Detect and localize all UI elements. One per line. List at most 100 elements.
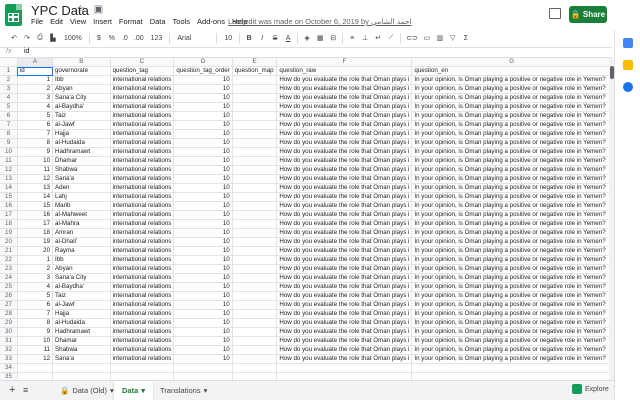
paint-format-icon[interactable]: ▙ <box>49 34 57 42</box>
cell[interactable]: international relations <box>110 318 175 329</box>
cell[interactable]: How do you evaluate the role that Oman p… <box>276 102 413 113</box>
cell[interactable]: In your opinion, is Oman playing a posit… <box>411 210 612 221</box>
cell[interactable]: Aden <box>52 183 111 194</box>
cell[interactable]: 10 <box>173 129 233 140</box>
cell[interactable] <box>232 111 278 122</box>
cell[interactable] <box>17 372 54 380</box>
cell[interactable]: In your opinion, is Oman playing a posit… <box>411 237 612 248</box>
column-header-e[interactable]: E <box>232 58 278 68</box>
cell[interactable]: How do you evaluate the role that Oman p… <box>276 345 413 356</box>
menu-tools[interactable]: Tools <box>173 17 191 26</box>
cell[interactable]: international relations <box>110 183 175 194</box>
cell[interactable]: How do you evaluate the role that Oman p… <box>276 192 413 203</box>
cell[interactable]: 6 <box>17 300 54 311</box>
cell[interactable]: 10 <box>173 246 233 257</box>
cell[interactable] <box>232 345 278 356</box>
cell[interactable]: international relations <box>110 300 175 311</box>
number-format-select[interactable]: 123 <box>149 35 165 42</box>
cell[interactable]: question_raw <box>276 66 413 77</box>
cell[interactable]: international relations <box>110 228 175 239</box>
row-header[interactable]: 16 <box>0 201 18 212</box>
explore-button[interactable]: Explore <box>572 384 609 394</box>
cell[interactable]: international relations <box>110 102 175 113</box>
cell[interactable]: In your opinion, is Oman playing a posit… <box>411 318 612 329</box>
cell[interactable]: international relations <box>110 120 175 131</box>
column-header-c[interactable]: C <box>110 58 175 68</box>
tab-data[interactable]: Data ▾ <box>114 381 154 400</box>
cell[interactable]: 10 <box>173 84 233 95</box>
decrease-decimal-button[interactable]: .0 <box>121 35 129 42</box>
cell[interactable]: 10 <box>173 345 233 356</box>
cell[interactable]: Amran <box>52 228 111 239</box>
cell[interactable]: al-Hudaida <box>52 318 111 329</box>
redo-icon[interactable]: ↷ <box>23 34 31 42</box>
cell[interactable]: 5 <box>17 291 54 302</box>
row-header[interactable]: 33 <box>0 354 18 365</box>
cell[interactable]: 2 <box>17 264 54 275</box>
cell[interactable]: question_tag <box>110 66 175 77</box>
currency-button[interactable]: $ <box>95 35 103 42</box>
cell[interactable]: 20 <box>17 246 54 257</box>
row-header[interactable]: 12 <box>0 165 18 176</box>
cell[interactable] <box>232 165 278 176</box>
row-header[interactable]: 30 <box>0 327 18 338</box>
cell[interactable]: question_tag_order <box>173 66 233 77</box>
cell[interactable]: In your opinion, is Oman playing a posit… <box>411 255 612 266</box>
cell[interactable]: Taiz <box>52 111 111 122</box>
row-header[interactable]: 4 <box>0 93 18 104</box>
cell[interactable]: How do you evaluate the role that Oman p… <box>276 219 413 230</box>
column-header-d[interactable]: D <box>173 58 233 68</box>
cell[interactable]: In your opinion, is Oman playing a posit… <box>411 75 612 86</box>
cell[interactable]: al-Mahweet <box>52 210 111 221</box>
cell[interactable]: In your opinion, is Oman playing a posit… <box>411 327 612 338</box>
cell[interactable]: al-Baydha' <box>52 282 111 293</box>
cell[interactable]: 10 <box>173 228 233 239</box>
cell[interactable]: Hajja <box>52 129 111 140</box>
cell[interactable]: 7 <box>17 309 54 320</box>
cell[interactable]: Hadhramawt <box>52 327 111 338</box>
fill-color-icon[interactable]: ◈ <box>303 34 311 42</box>
cell[interactable]: Rayma <box>52 246 111 257</box>
cell[interactable]: 11 <box>17 165 54 176</box>
formula-input[interactable]: id <box>24 48 29 55</box>
cell[interactable]: 7 <box>17 129 54 140</box>
cell[interactable]: al-Hudaida <box>52 138 111 149</box>
cell[interactable]: international relations <box>110 273 175 284</box>
row-header[interactable]: 6 <box>0 111 18 122</box>
merge-cells-icon[interactable]: ⊟ <box>329 34 337 42</box>
row-header[interactable]: 1 <box>0 66 18 77</box>
cell[interactable]: al-Jawf <box>52 300 111 311</box>
cell[interactable]: al-Baydha' <box>52 102 111 113</box>
cell[interactable]: 8 <box>17 318 54 329</box>
cell[interactable]: Hadhramawt <box>52 147 111 158</box>
cell[interactable]: 10 <box>173 318 233 329</box>
cell[interactable]: Dhamar <box>52 156 111 167</box>
cell[interactable]: 18 <box>17 228 54 239</box>
row-header[interactable]: 18 <box>0 219 18 230</box>
row-header[interactable]: 17 <box>0 210 18 221</box>
row-header[interactable]: 29 <box>0 318 18 329</box>
cell[interactable]: 10 <box>173 291 233 302</box>
cell[interactable]: 10 <box>173 111 233 122</box>
cell[interactable]: How do you evaluate the role that Oman p… <box>276 165 413 176</box>
cell[interactable]: 4 <box>17 102 54 113</box>
cell[interactable]: governorate <box>52 66 111 77</box>
cell[interactable] <box>232 120 278 131</box>
row-header[interactable]: 31 <box>0 336 18 347</box>
cell[interactable] <box>232 156 278 167</box>
share-button[interactable]: 🔒 Share <box>569 6 607 23</box>
filter-icon[interactable]: ▽ <box>449 34 457 42</box>
cell[interactable]: Lahj <box>52 192 111 203</box>
italic-button[interactable]: I <box>258 35 266 42</box>
cell[interactable]: Ibb <box>52 75 111 86</box>
cell[interactable]: 12 <box>17 354 54 365</box>
menu-data[interactable]: Data <box>150 17 166 26</box>
row-header[interactable]: 23 <box>0 264 18 275</box>
cell[interactable]: international relations <box>110 264 175 275</box>
cell[interactable]: In your opinion, is Oman playing a posit… <box>411 192 612 203</box>
cell[interactable]: How do you evaluate the role that Oman p… <box>276 318 413 329</box>
cell[interactable]: Sana'a City <box>52 93 111 104</box>
cell[interactable] <box>411 363 612 374</box>
cell[interactable]: In your opinion, is Oman playing a posit… <box>411 354 612 365</box>
cell[interactable]: How do you evaluate the role that Oman p… <box>276 300 413 311</box>
